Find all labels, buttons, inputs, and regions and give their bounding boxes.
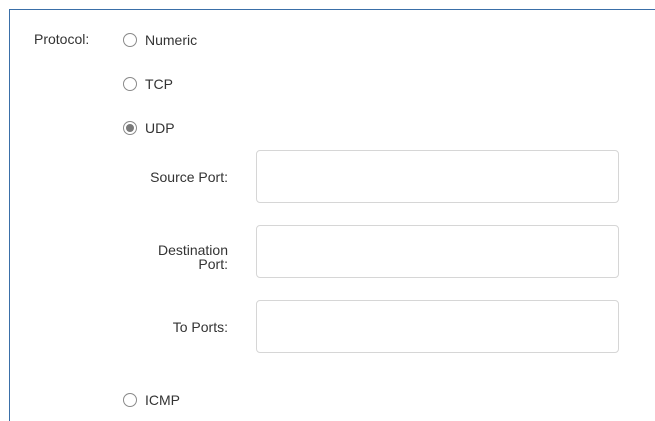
source-port-input[interactable] <box>256 150 619 203</box>
radio-tcp[interactable]: TCP <box>123 74 173 94</box>
protocol-label: Protocol: <box>34 31 90 47</box>
panel-left-border <box>9 9 10 421</box>
radio-numeric[interactable]: Numeric <box>123 30 197 50</box>
source-port-label: Source Port: <box>150 169 228 185</box>
destination-port-label-line1: Destination <box>157 242 228 258</box>
radio-icmp[interactable]: ICMP <box>123 390 180 410</box>
protocol-panel: Protocol: Numeric TCP UDP Source Port: D… <box>0 0 655 421</box>
radio-tcp-label: TCP <box>145 76 173 92</box>
radio-icmp-circle[interactable] <box>123 393 137 407</box>
destination-port-input[interactable] <box>256 225 619 278</box>
radio-udp-label: UDP <box>145 120 175 136</box>
panel-top-border <box>9 9 655 10</box>
destination-port-label: Destination Port: <box>158 243 228 271</box>
radio-udp-circle[interactable] <box>123 121 137 135</box>
destination-port-label-line2: Port: <box>198 256 228 272</box>
radio-icmp-label: ICMP <box>145 392 180 408</box>
radio-numeric-label: Numeric <box>145 32 198 48</box>
radio-udp[interactable]: UDP <box>123 118 175 138</box>
radio-tcp-circle[interactable] <box>123 77 137 91</box>
to-ports-input[interactable] <box>256 300 619 353</box>
radio-numeric-circle[interactable] <box>123 33 137 47</box>
to-ports-label: To Ports: <box>172 319 228 335</box>
